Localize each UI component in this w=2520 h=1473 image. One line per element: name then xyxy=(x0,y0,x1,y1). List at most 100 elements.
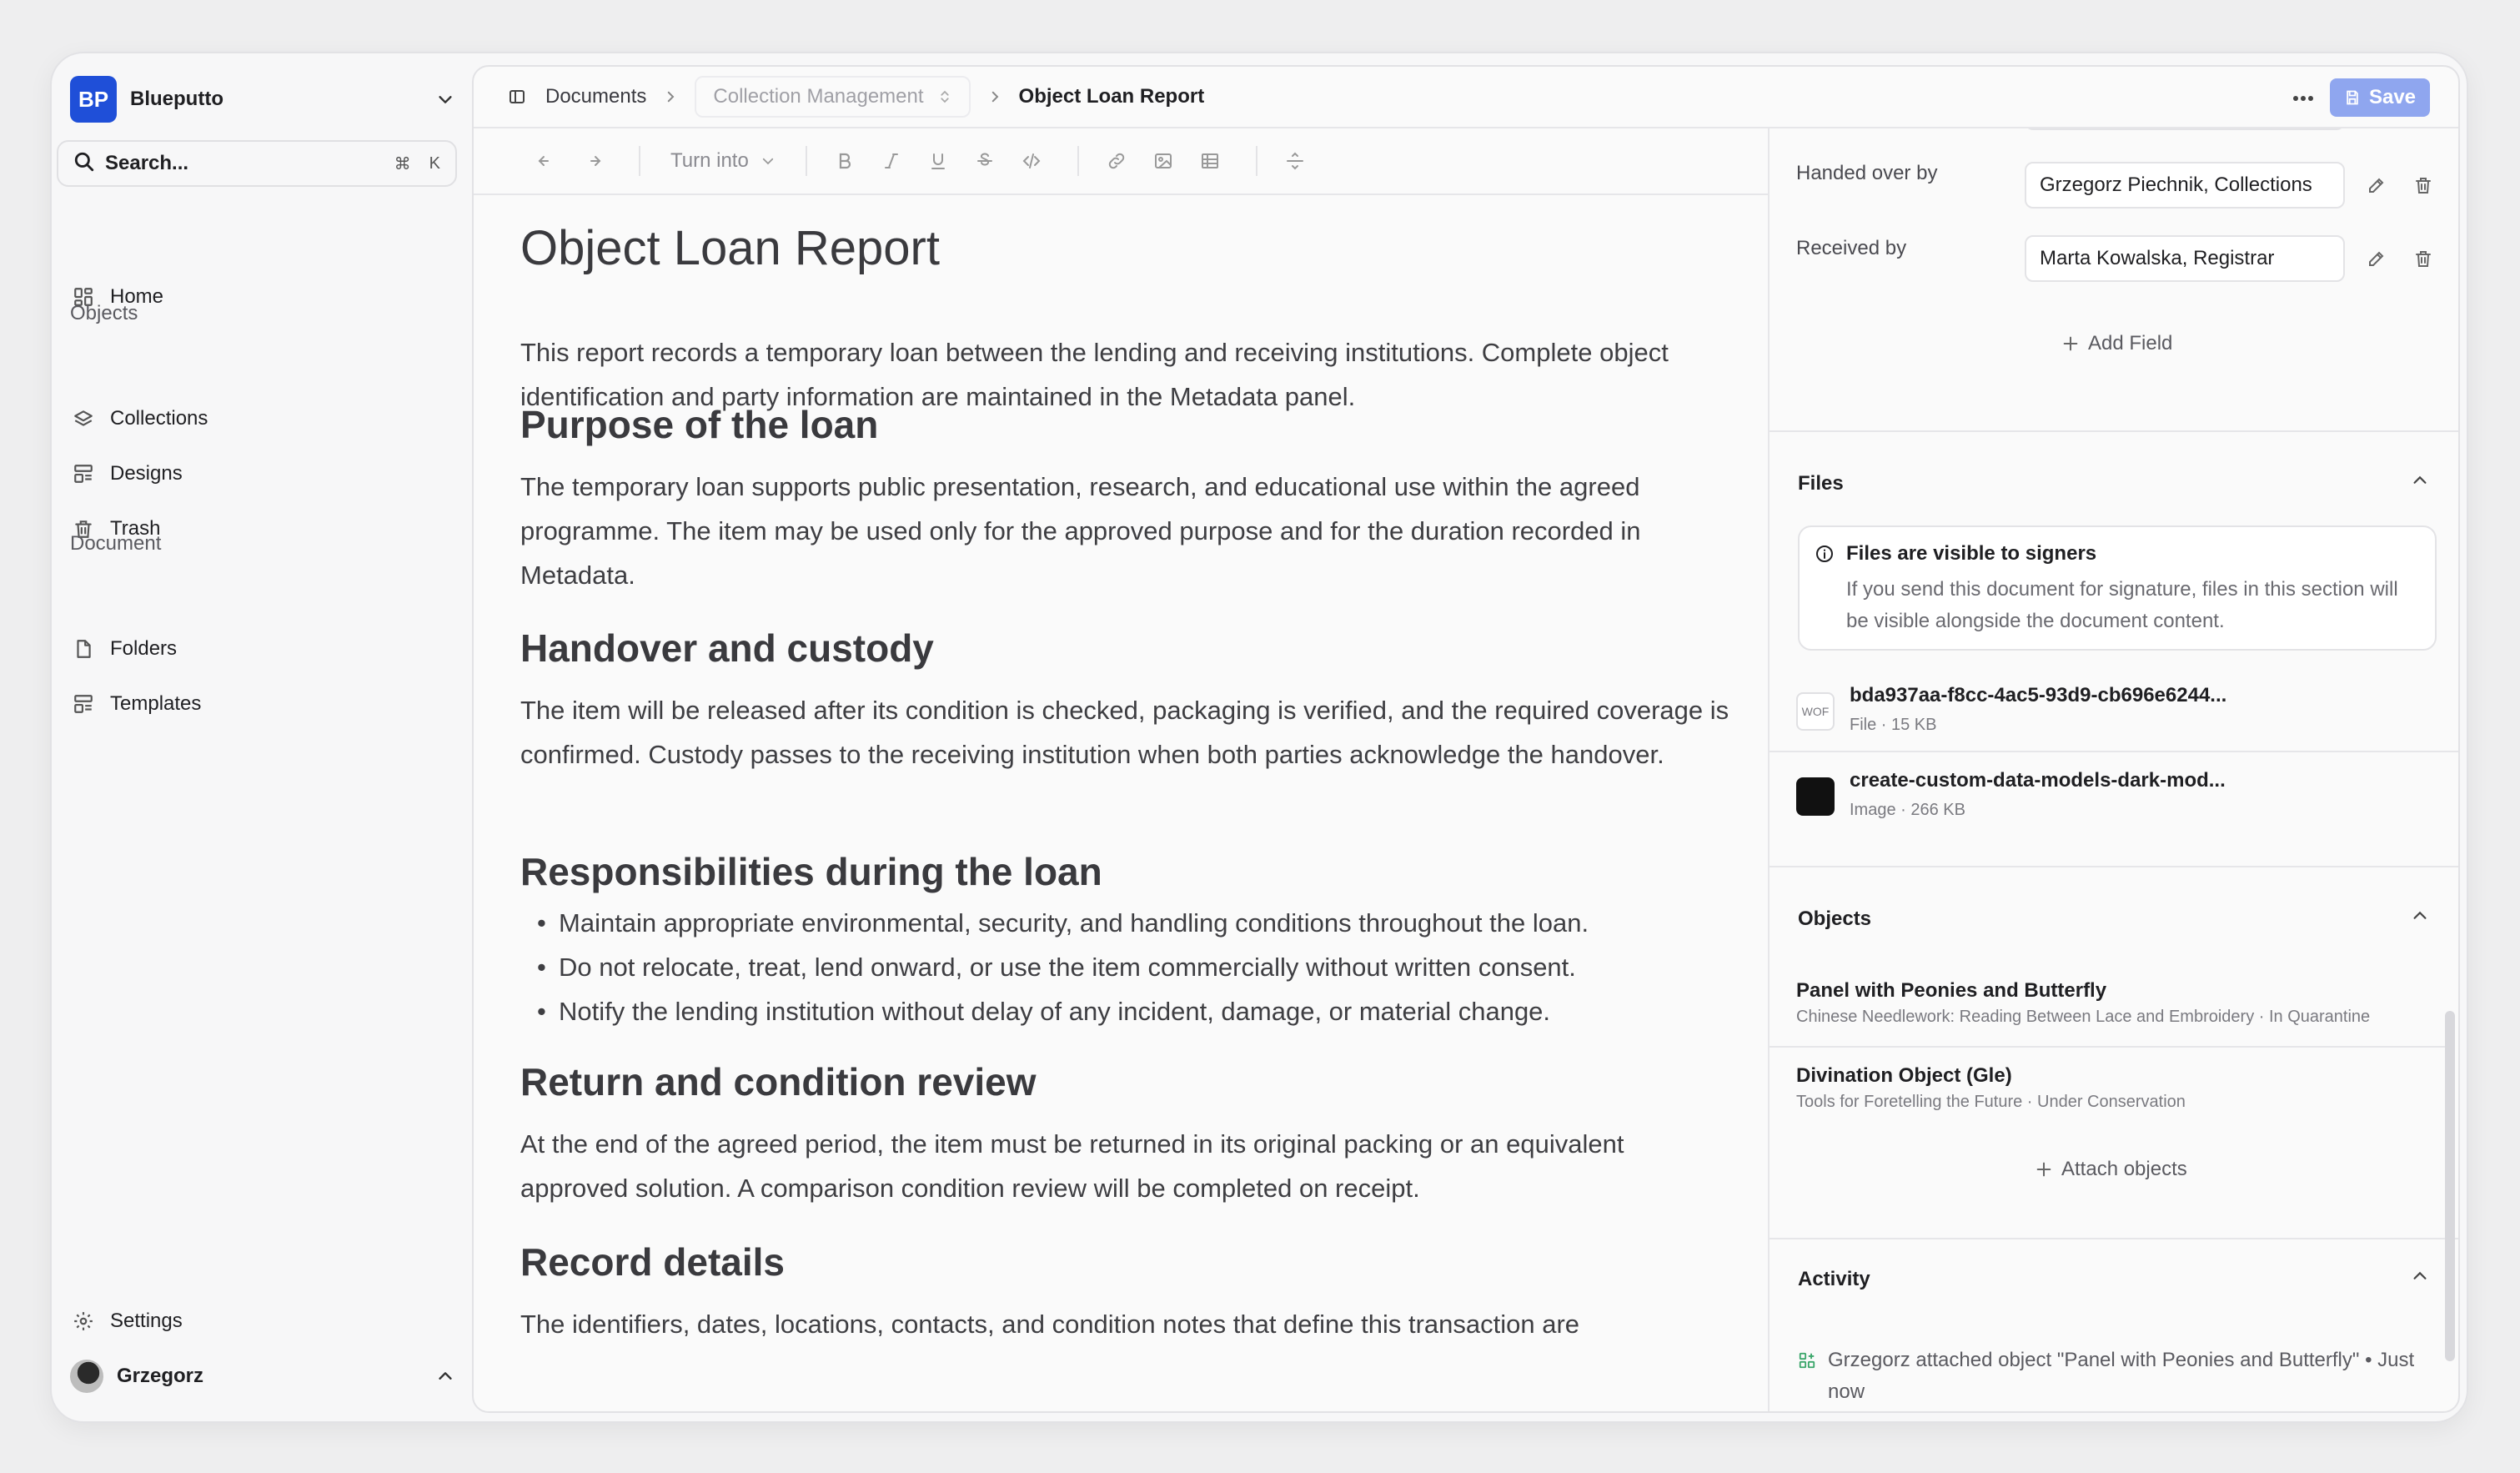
sidebar-section-objects: Objects xyxy=(70,302,138,324)
file-meta: Image · 266 KB xyxy=(1850,801,1965,819)
edit-icon[interactable] xyxy=(2362,244,2392,274)
section-heading[interactable]: Record details xyxy=(520,1239,785,1284)
save-icon xyxy=(2344,89,2361,106)
image-thumbnail xyxy=(1796,777,1835,816)
breadcrumb-collection-label: Collection Management xyxy=(713,85,924,108)
section-divider xyxy=(1770,866,2458,867)
template-icon xyxy=(70,460,97,487)
sidebar-item-collections[interactable]: Collections xyxy=(70,395,454,442)
section-divider xyxy=(1770,430,2458,432)
activity-section-title: Activity xyxy=(1798,1268,1870,1290)
handed-over-field[interactable]: Grzegorz Piechnik, Collections xyxy=(2025,162,2345,209)
section-divider xyxy=(1770,1238,2458,1239)
more-icon[interactable] xyxy=(2287,82,2320,115)
list-item[interactable]: Maintain appropriate environmental, secu… xyxy=(537,901,1738,945)
responsibilities-list[interactable]: Maintain appropriate environmental, secu… xyxy=(537,901,1738,1033)
section-heading[interactable]: Responsibilities during the loan xyxy=(520,849,1102,894)
document-editor[interactable]: Object Loan Report This report records a… xyxy=(520,195,1754,1411)
sidebar-item-designs[interactable]: Designs xyxy=(70,450,454,497)
trash-icon[interactable] xyxy=(2408,170,2438,200)
sidebar-item-folders[interactable]: Folders xyxy=(70,626,454,672)
toolbar-divider xyxy=(639,146,640,176)
file-item[interactable]: WOF bda937aa-f8cc-4ac5-93d9-cb696e6244..… xyxy=(1796,684,2447,742)
template-icon xyxy=(70,691,97,717)
divider-icon[interactable] xyxy=(1276,142,1314,180)
add-field-button[interactable]: Add Field xyxy=(2061,332,2172,355)
file-name[interactable]: create-custom-data-models-dark-mod... xyxy=(1850,769,2226,792)
edit-icon[interactable] xyxy=(2362,170,2392,200)
object-name[interactable]: Divination Object (Gle) xyxy=(1796,1064,2447,1088)
document-paragraph[interactable]: The identifiers, dates, locations, conta… xyxy=(520,1302,1738,1346)
object-item[interactable]: Panel with Peonies and Butterfly Chinese… xyxy=(1796,979,2447,1027)
org-logo: BP xyxy=(70,76,117,123)
chevron-up-icon[interactable] xyxy=(429,1360,462,1393)
sidebar-item-label: Folders xyxy=(110,637,178,660)
table-icon[interactable] xyxy=(1191,142,1229,180)
editor-toolbar: Turn into xyxy=(474,128,1768,195)
section-heading[interactable]: Purpose of the loan xyxy=(520,402,878,447)
attach-objects-button[interactable]: Attach objects xyxy=(2035,1158,2187,1181)
sidebar-item-label: Collections xyxy=(110,407,208,430)
underline-icon[interactable] xyxy=(919,142,957,180)
breadcrumb-documents[interactable]: Documents xyxy=(545,85,646,108)
sidebar-item-settings[interactable]: Settings xyxy=(70,1298,454,1345)
avatar xyxy=(70,1360,103,1393)
org-switcher[interactable]: BP Blueputto xyxy=(70,70,462,128)
turn-into-dropdown[interactable]: Turn into xyxy=(670,149,776,173)
sidebar-item-templates[interactable]: Templates xyxy=(70,681,454,727)
search-input[interactable]: Search... ⌘ K xyxy=(57,140,457,187)
chevron-up-icon[interactable] xyxy=(2407,467,2433,494)
object-name[interactable]: Panel with Peonies and Butterfly xyxy=(1796,979,2447,1003)
object-meta: Chinese Needlework: Reading Between Lace… xyxy=(1796,1008,2371,1026)
attach-icon xyxy=(1798,1345,1816,1408)
redo-icon[interactable] xyxy=(574,142,612,180)
image-icon[interactable] xyxy=(1144,142,1182,180)
scrollbar[interactable] xyxy=(2445,1011,2455,1361)
list-item[interactable]: Notify the lending institution without d… xyxy=(537,989,1738,1033)
field-partial xyxy=(2025,128,2345,130)
metadata-panel: Handed over by Grzegorz Piechnik, Collec… xyxy=(1768,128,2458,1411)
document-paragraph[interactable]: The item will be released after its cond… xyxy=(520,688,1738,777)
toolbar-divider xyxy=(1255,146,1257,176)
plus-icon xyxy=(2035,1160,2053,1179)
breadcrumb-current: Object Loan Report xyxy=(1018,85,1205,108)
file-item[interactable]: create-custom-data-models-dark-mod... Im… xyxy=(1796,769,2447,827)
list-item[interactable]: Do not relocate, treat, lend onward, or … xyxy=(537,945,1738,989)
received-by-label: Received by xyxy=(1796,237,1907,259)
breadcrumb-collection-select[interactable]: Collection Management xyxy=(695,76,971,118)
received-by-field[interactable]: Marta Kowalska, Registrar xyxy=(2025,235,2345,282)
sidebar-section-document: Document xyxy=(70,532,162,555)
italic-icon[interactable] xyxy=(872,142,911,180)
sidebar-toggle-icon[interactable] xyxy=(507,87,527,107)
object-meta: Tools for Foretelling the Future · Under… xyxy=(1796,1093,2186,1111)
user-menu[interactable]: Grzegorz xyxy=(70,1353,462,1400)
chevron-up-icon[interactable] xyxy=(2407,902,2433,929)
document-paragraph[interactable]: At the end of the agreed period, the ite… xyxy=(520,1122,1738,1210)
chevron-down-icon[interactable] xyxy=(429,83,462,116)
plus-icon xyxy=(2061,334,2080,353)
document-title[interactable]: Object Loan Report xyxy=(520,220,940,276)
kbd-cmd: ⌘ xyxy=(394,154,411,173)
strikethrough-icon[interactable] xyxy=(966,142,1004,180)
bold-icon[interactable] xyxy=(826,142,864,180)
layers-icon xyxy=(70,405,97,432)
file-name[interactable]: bda937aa-f8cc-4ac5-93d9-cb696e6244... xyxy=(1850,684,2226,707)
sidebar-item-label: Templates xyxy=(110,692,202,715)
section-heading[interactable]: Return and condition review xyxy=(520,1059,1037,1104)
chevron-right-icon xyxy=(987,89,1002,104)
code-icon[interactable] xyxy=(1012,142,1051,180)
sidebar-item-label: Designs xyxy=(110,462,183,485)
app-window: BP Blueputto Search... ⌘ K Home Objects xyxy=(50,52,2468,1423)
gear-icon xyxy=(70,1308,97,1335)
files-notice: Files are visible to signers If you send… xyxy=(1798,525,2437,651)
org-name: Blueputto xyxy=(130,88,223,110)
row-divider xyxy=(1770,751,2458,752)
section-heading[interactable]: Handover and custody xyxy=(520,626,934,671)
document-paragraph[interactable]: The temporary loan supports public prese… xyxy=(520,465,1738,597)
undo-icon[interactable] xyxy=(527,142,565,180)
chevron-up-icon[interactable] xyxy=(2407,1263,2433,1290)
trash-icon[interactable] xyxy=(2408,244,2438,274)
link-icon[interactable] xyxy=(1097,142,1136,180)
object-item[interactable]: Divination Object (Gle) Tools for Forete… xyxy=(1796,1064,2447,1112)
save-button[interactable]: Save xyxy=(2330,78,2430,117)
